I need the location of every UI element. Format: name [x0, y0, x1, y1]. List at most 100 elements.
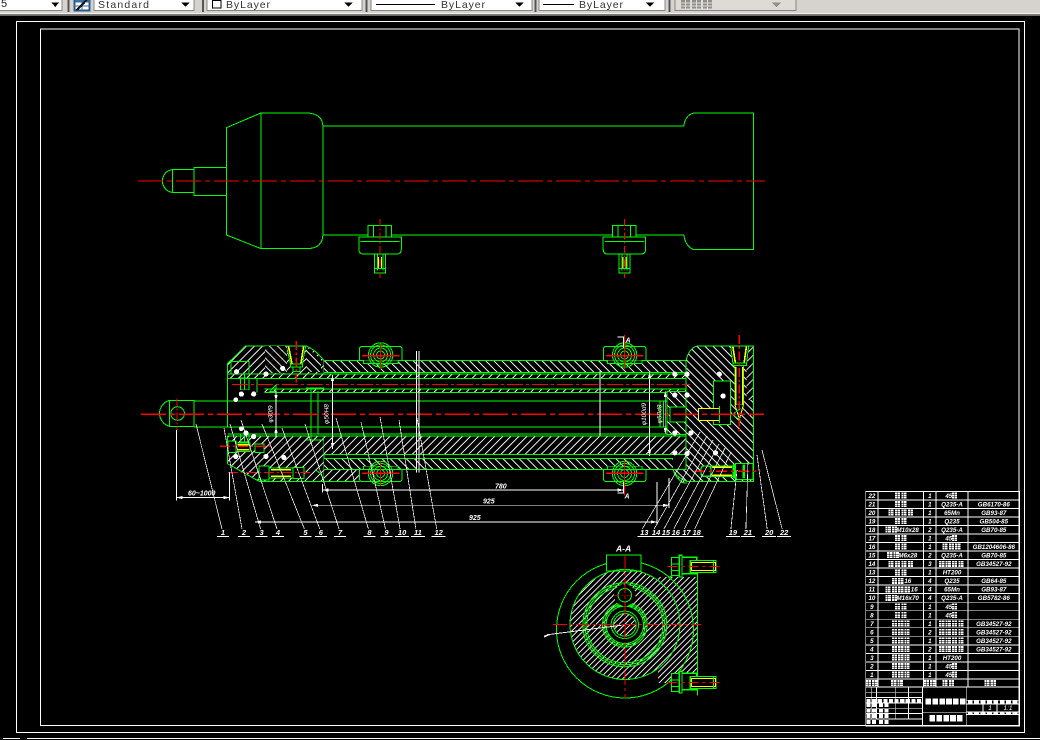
svg-text:45: 45 — [944, 604, 952, 611]
svg-text:18: 18 — [868, 527, 875, 534]
svg-text:1: 1 — [928, 502, 932, 509]
svg-text:16: 16 — [904, 578, 911, 585]
svg-text:4: 4 — [927, 587, 932, 594]
svg-text:Q235-A: Q235-A — [941, 502, 963, 509]
svg-text:GB93-87: GB93-87 — [981, 510, 1007, 517]
svg-text:14: 14 — [652, 528, 661, 537]
svg-text:5: 5 — [870, 638, 874, 645]
svg-text:10: 10 — [868, 595, 875, 602]
svg-text:45: 45 — [944, 493, 952, 500]
svg-text:15: 15 — [662, 528, 671, 537]
svg-text:GB6170-86: GB6170-86 — [978, 502, 1011, 509]
svg-text:1: 1 — [928, 493, 932, 500]
svg-text:45: 45 — [944, 536, 952, 543]
svg-text:13: 13 — [640, 528, 649, 537]
svg-text:GB70-85: GB70-85 — [981, 527, 1007, 534]
svg-text:21: 21 — [743, 528, 752, 537]
svg-text:1: 1 — [928, 510, 932, 517]
svg-text:GB34527-92: GB34527-92 — [976, 629, 1012, 636]
svg-text:1: 1 — [928, 638, 932, 645]
svg-text:19: 19 — [729, 528, 738, 537]
svg-text:21: 21 — [867, 502, 875, 509]
svg-text:45: 45 — [944, 612, 952, 619]
svg-text:7: 7 — [870, 621, 874, 628]
svg-text:2: 2 — [241, 528, 247, 537]
svg-text:65Mn: 65Mn — [944, 510, 960, 517]
svg-text:925: 925 — [469, 515, 481, 522]
svg-text:HT200: HT200 — [943, 570, 962, 577]
svg-text:1:1: 1:1 — [1003, 705, 1012, 712]
svg-text:Q235-A: Q235-A — [941, 527, 963, 534]
svg-text:9: 9 — [870, 604, 874, 611]
svg-text:M6x28: M6x28 — [898, 553, 917, 560]
svg-text:1: 1 — [928, 655, 932, 662]
svg-text:2: 2 — [927, 527, 932, 534]
svg-text:2: 2 — [927, 646, 932, 653]
svg-text:ByLayer: ByLayer — [441, 0, 486, 11]
svg-text:13: 13 — [868, 570, 875, 577]
svg-text:HT200: HT200 — [943, 655, 962, 662]
svg-text:2: 2 — [869, 663, 874, 670]
svg-text:5: 5 — [1, 0, 7, 10]
svg-text:780: 780 — [495, 484, 507, 491]
svg-text:GB34527-92: GB34527-92 — [976, 561, 1012, 568]
svg-text:1: 1 — [928, 519, 932, 526]
svg-text:GB93-87: GB93-87 — [981, 587, 1007, 594]
svg-text:Q235-A: Q235-A — [941, 595, 963, 602]
svg-text:φ50d8: φ50d8 — [656, 404, 663, 423]
svg-text:A: A — [624, 494, 630, 501]
svg-text:3: 3 — [870, 655, 874, 662]
svg-text:10: 10 — [398, 528, 407, 537]
svg-text:20: 20 — [867, 510, 875, 517]
svg-text:4: 4 — [927, 578, 932, 585]
svg-text:ByLayer: ByLayer — [579, 0, 624, 11]
svg-text:φ100d9: φ100d9 — [641, 402, 648, 425]
svg-text:A-A: A-A — [615, 544, 631, 554]
svg-text:2: 2 — [927, 629, 932, 636]
svg-text:19: 19 — [868, 519, 875, 526]
svg-text:4: 4 — [869, 646, 874, 653]
svg-text:GB1204606-86: GB1204606-86 — [973, 544, 1016, 551]
svg-text:45: 45 — [944, 663, 952, 670]
svg-text:12: 12 — [868, 578, 875, 585]
svg-text:Q235-A: Q235-A — [941, 553, 963, 560]
svg-text:1: 1 — [928, 544, 932, 551]
svg-text:GB34527-92: GB34527-92 — [976, 621, 1012, 628]
svg-text:12: 12 — [435, 528, 444, 537]
svg-text:45: 45 — [944, 672, 952, 679]
svg-text:8: 8 — [870, 612, 874, 619]
svg-text:11: 11 — [414, 528, 422, 537]
svg-text:GB5782-86: GB5782-86 — [978, 595, 1011, 602]
svg-text:φ50H8: φ50H8 — [324, 404, 331, 424]
svg-text:1: 1 — [928, 604, 932, 611]
svg-text:GB70-85: GB70-85 — [981, 553, 1007, 560]
svg-text:17: 17 — [682, 528, 691, 537]
svg-text:925: 925 — [483, 499, 495, 506]
svg-text:6: 6 — [870, 629, 874, 636]
svg-text:11: 11 — [869, 587, 876, 594]
svg-text:4: 4 — [275, 528, 281, 537]
svg-text:Q235: Q235 — [944, 519, 960, 526]
svg-text:16: 16 — [868, 544, 875, 551]
svg-text:1: 1 — [988, 705, 992, 712]
svg-text:A: A — [625, 338, 631, 345]
svg-text:16: 16 — [672, 528, 681, 537]
svg-text:16: 16 — [911, 587, 918, 594]
svg-text:GB34527-92: GB34527-92 — [976, 638, 1012, 645]
svg-text:M10x28: M10x28 — [897, 527, 920, 534]
svg-text:2: 2 — [927, 553, 932, 560]
svg-text:1: 1 — [870, 672, 874, 679]
svg-text:φ30f9: φ30f9 — [268, 405, 275, 422]
svg-text:1: 1 — [928, 570, 932, 577]
svg-text:1: 1 — [928, 672, 932, 679]
svg-text:65Mn: 65Mn — [944, 587, 960, 594]
svg-text:20: 20 — [764, 528, 774, 537]
svg-text:1: 1 — [928, 663, 932, 670]
svg-text:18: 18 — [693, 528, 702, 537]
svg-text:4: 4 — [927, 595, 932, 602]
svg-text:22: 22 — [779, 528, 789, 537]
svg-text:15: 15 — [868, 553, 875, 560]
svg-text:Standard: Standard — [98, 0, 149, 11]
svg-text:1: 1 — [928, 536, 932, 543]
svg-text:1: 1 — [928, 612, 932, 619]
